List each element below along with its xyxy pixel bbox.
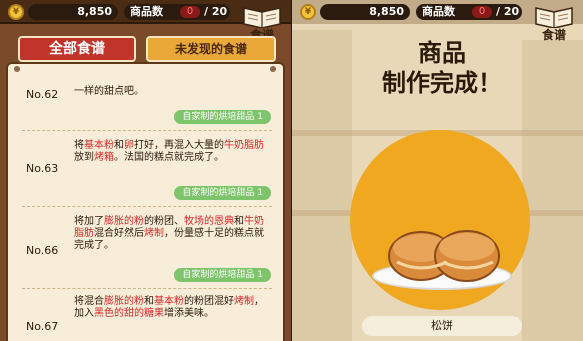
description-text: 加入 (74, 308, 94, 319)
pin-decoration (14, 66, 20, 72)
recipe-category-tag: 自家制的烘培甜品 1 (174, 186, 271, 200)
tab-undiscovered-recipes[interactable]: 未发现的食谱 (146, 36, 276, 62)
description-text: ， (254, 296, 264, 307)
description-text: 将混合 (74, 296, 104, 307)
description-text: 放到 (74, 152, 94, 163)
title-line-1: 商品 (418, 39, 466, 67)
recipe-book-button[interactable]: 食谱 (532, 2, 576, 42)
scone-icon (388, 230, 500, 282)
highlighted-ingredient: 膨胀的粉 (104, 216, 144, 227)
recipe-category-tag: 自家制的烘培甜品 1 (174, 268, 271, 282)
product-count-label: 商品数 (422, 5, 455, 18)
description-text: 混合好然后 (94, 228, 144, 239)
product-count-label: 商品数 (130, 5, 163, 18)
coin-icon: ¥ (300, 4, 316, 20)
recipe-category-tag: 自家制的烘培甜品 1 (174, 110, 271, 124)
product-count: 商品数 0 / 20 (416, 4, 522, 20)
food-name-label: 松饼 (362, 316, 522, 336)
recipe-description: 将基本粉和卵打好，再混入大量的牛奶脂肪放到烤箱。法国的糕点就完成了。 (74, 140, 264, 164)
recipe-description: 一样的甜点吧。 (74, 86, 144, 97)
product-count-current: 0 (180, 6, 200, 18)
highlighted-ingredient: 基本粉 (84, 140, 114, 151)
product-complete-title: 商品 制作完成！ (372, 38, 512, 98)
product-count: 商品数 0 / 20 (124, 4, 230, 20)
description-text: 打好，再混入大量的 (134, 140, 224, 151)
description-text: 将加了 (74, 216, 104, 227)
recipe-scroll-list[interactable]: No.62 一样的甜点吧。 自家制的烘培甜品 1 将基本粉和卵打好，再混入大量的… (6, 62, 285, 341)
product-count-total: / 20 (204, 5, 228, 18)
description-text: 增添美味。 (164, 308, 214, 319)
highlighted-ingredient: 基本粉 (154, 296, 184, 307)
recipe-number: No.67 (26, 320, 59, 333)
highlighted-ingredient: 卵 (124, 140, 134, 151)
description-text: 和 (234, 216, 244, 227)
book-icon (535, 7, 573, 29)
highlighted-ingredient: 牛奶 (244, 216, 264, 227)
highlighted-ingredient: 脂肪 (74, 228, 94, 239)
recipe-list-screen: ¥ 8,850 商品数 0 / 20 食谱 全部食谱 未发现的食谱 No.62 … (0, 0, 291, 341)
divider (22, 130, 272, 131)
highlighted-ingredient: 膨胀的粉 (104, 296, 144, 307)
recipe-book-label: 食谱 (541, 28, 566, 42)
highlighted-ingredient: 烤制 (144, 228, 164, 239)
description-text: 完成了。 (74, 240, 114, 251)
title-line-2: 制作完成！ (382, 69, 502, 97)
description-text: ，份量感十足的糕点就 (164, 228, 264, 239)
book-icon (243, 7, 281, 29)
product-count-total: / 20 (496, 5, 520, 18)
coin-amount: 8,850 (320, 4, 410, 20)
highlighted-ingredient: 黑色的甜的糖果 (94, 308, 164, 319)
description-text: 和 (114, 140, 124, 151)
recipe-number: No.66 (26, 244, 59, 257)
highlighted-ingredient: 烤制 (234, 296, 254, 307)
background-shelf (522, 40, 583, 341)
recipe-number: No.62 (26, 88, 59, 101)
background-shelf (292, 30, 352, 341)
description-text: 的粉团、 (144, 216, 184, 227)
recipe-description: 将混合膨胀的粉和基本粉的粉团混好烤制， 加入黑色的甜的糖果增添美味。 (74, 296, 264, 320)
tab-all-recipes[interactable]: 全部食谱 (18, 36, 136, 62)
coin-amount: 8,850 (28, 4, 118, 20)
recipe-description: 将加了膨胀的粉的粉团、牧场的恩典和牛奶脂肪混合好然后烤制，份量感十足的糕点就完成… (74, 216, 264, 252)
product-count-current: 0 (472, 6, 492, 18)
description-text: 。法国的糕点就完成了。 (114, 152, 224, 163)
pin-decoration (270, 66, 276, 72)
recipe-number: No.63 (26, 162, 59, 175)
highlighted-ingredient: 烤箱 (94, 152, 114, 163)
highlighted-ingredient: 牛奶脂肪 (224, 140, 264, 151)
divider (22, 288, 272, 289)
coin-icon: ¥ (8, 4, 24, 20)
description-text: 的粉团混好 (184, 296, 234, 307)
highlighted-ingredient: 牧场的恩典 (184, 216, 234, 227)
product-complete-screen: ¥ 8,850 商品数 0 / 20 食谱 商品 制作完成！ 松饼 (292, 0, 583, 341)
description-text: 和 (144, 296, 154, 307)
description-text: 将 (74, 140, 84, 151)
divider (22, 206, 272, 207)
recipe-book-button[interactable]: 食谱 (240, 2, 284, 42)
